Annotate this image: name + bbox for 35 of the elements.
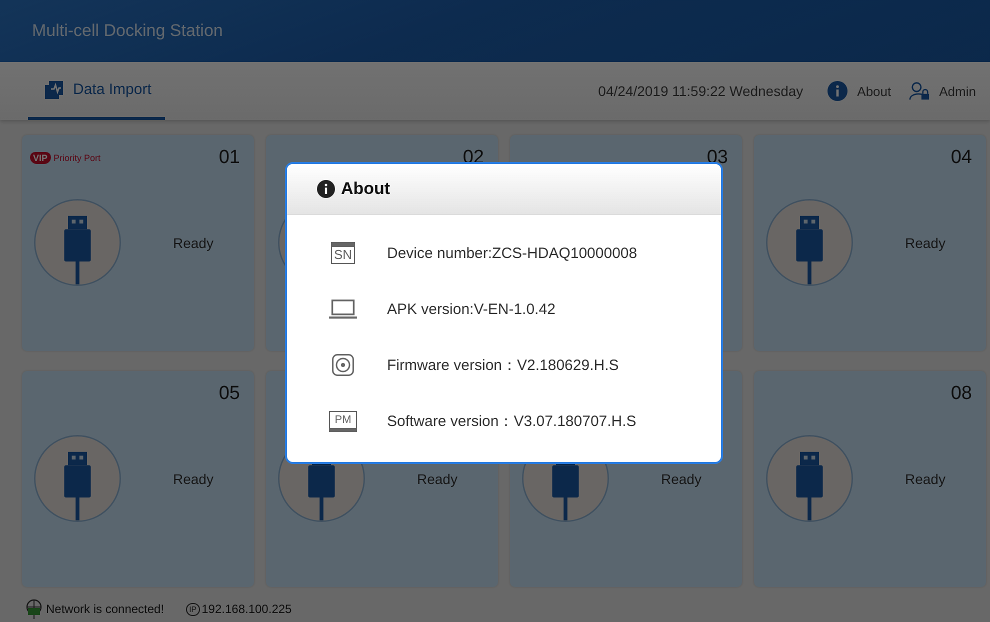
port-number: 05 [218, 383, 240, 405]
port-card[interactable]: 08 Ready [754, 371, 986, 587]
chart-icon [44, 80, 64, 100]
ip-address: 192.168.100.225 [202, 602, 292, 616]
dialog-title: About [341, 179, 390, 199]
data-import-tab[interactable]: Data Import [28, 62, 166, 120]
port-status: Ready [173, 470, 214, 486]
serial-number-icon: SN [330, 242, 356, 264]
port-status: Ready [905, 470, 946, 486]
date-time: 04/24/2019 11:59:22 Wednesday [598, 83, 804, 99]
monitor-icon: PM [328, 410, 358, 432]
network-icon [24, 599, 44, 619]
port-status: Ready [661, 470, 702, 486]
info-icon [317, 180, 335, 198]
port-card[interactable]: 04 Ready [754, 135, 986, 351]
port-number: 04 [950, 147, 972, 169]
port-status: Ready [905, 234, 946, 250]
info-text: APK version:V-EN-1.0.42 [387, 300, 556, 318]
port-number: 03 [706, 147, 728, 169]
user-lock-icon [909, 81, 930, 101]
port-card[interactable]: VIP Priority Port 01 Ready [22, 135, 254, 351]
network-status: Network is connected! [46, 602, 164, 616]
window-title: Multi-cell Docking Station [32, 21, 223, 41]
admin-button[interactable]: Admin [905, 81, 980, 101]
info-text: Device number:ZCS-HDAQ10000008 [387, 244, 638, 262]
about-button[interactable]: About [823, 81, 896, 101]
port-status: Ready [417, 470, 458, 486]
port-card[interactable]: 05 Ready [22, 371, 254, 587]
port-number: 08 [950, 383, 972, 405]
vip-badge: VIP [30, 152, 51, 164]
port-status: Ready [173, 234, 214, 250]
priority-label: Priority Port [54, 153, 101, 163]
ip-icon: IP [186, 602, 200, 616]
port-number: 01 [218, 147, 240, 169]
info-icon [827, 81, 848, 101]
